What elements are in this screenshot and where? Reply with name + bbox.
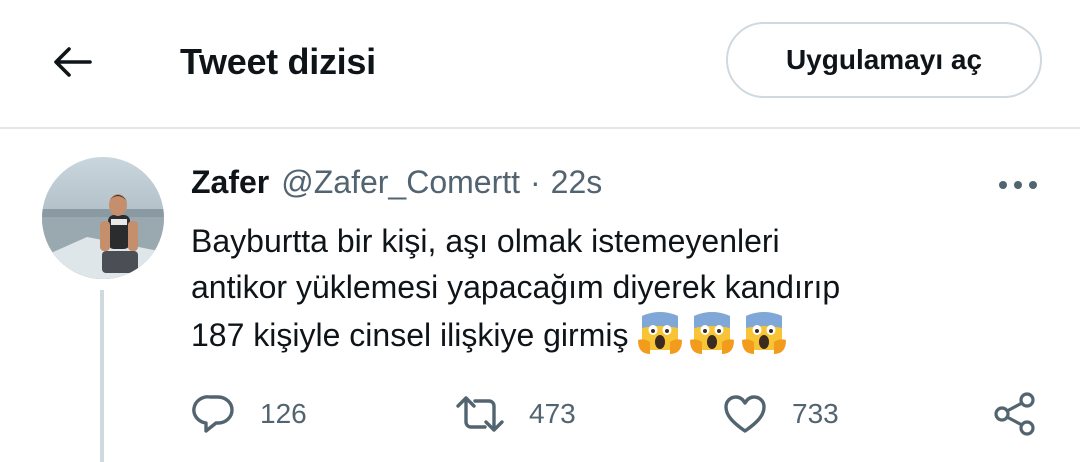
more-options-button[interactable] [990, 168, 1046, 202]
reply-count: 126 [260, 398, 307, 429]
thread-line [100, 290, 104, 462]
avatar[interactable] [42, 157, 164, 279]
share-button[interactable] [992, 388, 1038, 440]
reply-icon [192, 395, 234, 433]
separator: · [530, 163, 541, 200]
like-count: 733 [792, 398, 839, 429]
tweet-header: Zafer @Zafer_Comertt · 22s [191, 160, 602, 204]
avatar-photo [42, 157, 164, 279]
top-bar: Tweet dizisi Uygulamayı aç [0, 0, 1080, 127]
emoji-group [636, 310, 792, 368]
tweet-time[interactable]: 22s [551, 164, 603, 201]
arrow-left-icon [54, 47, 92, 77]
author-handle[interactable]: @Zafer_Comertt [281, 164, 520, 201]
tweet-text-line: Bayburtta bir kişi, aşı olmak istemeyenl… [191, 223, 780, 259]
share-icon [994, 392, 1035, 436]
tweet-text: Bayburtta bir kişi, aşı olmak istemeyenl… [191, 218, 1051, 368]
author-name[interactable]: Zafer [191, 164, 269, 201]
header-divider [0, 127, 1080, 129]
retweet-icon [456, 396, 504, 432]
tweet-text-line: 187 kişiyle cinsel ilişkiye girmiş [191, 317, 629, 353]
retweet-button[interactable]: 473 [455, 388, 576, 440]
tweet-text-line-last: 187 kişiyle cinsel ilişkiye girmiş [191, 310, 1051, 368]
like-button[interactable]: 733 [722, 388, 839, 440]
heart-icon [724, 395, 766, 433]
back-button[interactable] [44, 38, 100, 86]
page-title: Tweet dizisi [180, 41, 376, 82]
screaming-face-emoji [638, 312, 683, 354]
more-icon [999, 181, 1037, 189]
retweet-count: 473 [529, 398, 576, 429]
screaming-face-emoji [742, 312, 787, 354]
open-app-button[interactable]: Uygulamayı aç [726, 22, 1042, 98]
tweet-text-line: antikor yüklemesi yapacağım diyerek kand… [191, 269, 841, 305]
reply-button[interactable]: 126 [192, 388, 307, 440]
screaming-face-emoji [690, 312, 735, 354]
